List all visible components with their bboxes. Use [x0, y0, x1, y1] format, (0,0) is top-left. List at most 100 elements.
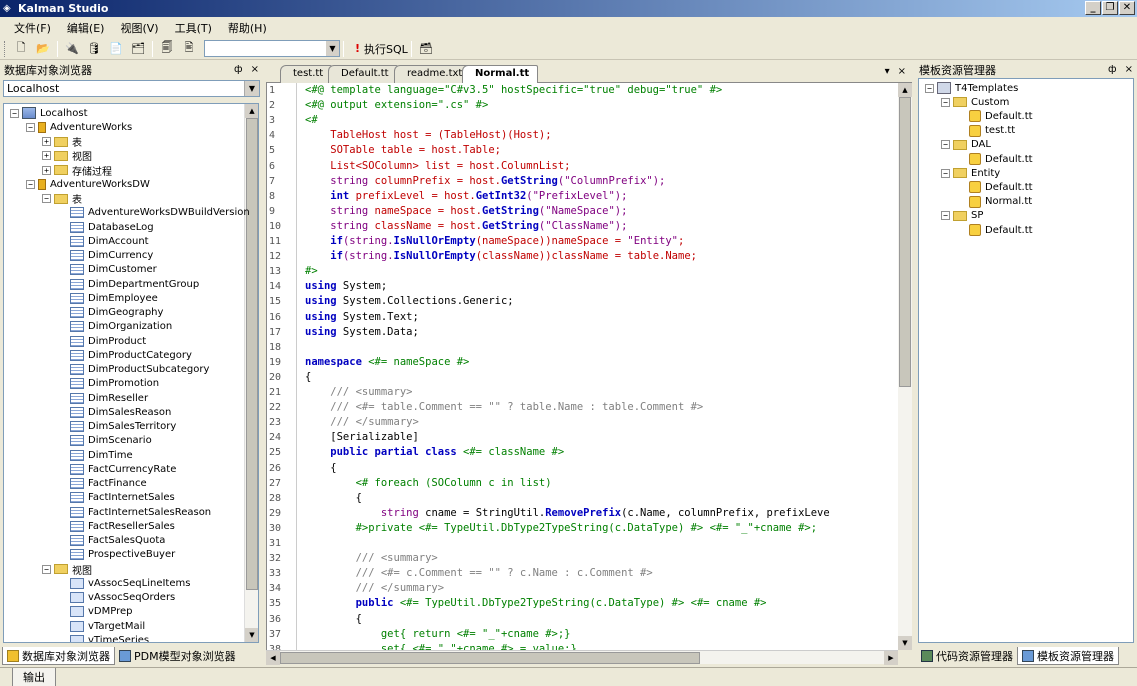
- tree-item[interactable]: Default.tt: [969, 152, 1033, 166]
- tree-item[interactable]: Default.tt: [969, 180, 1033, 194]
- collapse-icon[interactable]: −: [941, 140, 950, 150]
- tree-item[interactable]: − AdventureWorksDW: [26, 177, 150, 191]
- open-folder-icon[interactable]: 📂: [34, 40, 52, 58]
- tab-template-explorer[interactable]: 模板资源管理器: [1017, 647, 1119, 665]
- tab-test-tt[interactable]: test.tt: [280, 65, 333, 83]
- tree-item[interactable]: DimDepartmentGroup: [70, 277, 199, 291]
- restore-button[interactable]: ❐: [1102, 1, 1118, 15]
- menu-view[interactable]: 视图(V): [112, 20, 166, 36]
- query-icon[interactable]: 🗐: [158, 40, 176, 58]
- execute-sql-button[interactable]: ! 执行SQL: [355, 41, 408, 57]
- settings-icon[interactable]: 🗃: [417, 40, 435, 58]
- pin-icon[interactable]: ф: [1108, 64, 1117, 75]
- chevron-down-icon[interactable]: ▼: [326, 41, 339, 56]
- collapse-icon[interactable]: −: [26, 179, 35, 189]
- expand-icon[interactable]: +: [42, 137, 51, 146]
- tree-item[interactable]: DimPromotion: [70, 377, 159, 391]
- export-icon[interactable]: 🖹: [180, 40, 198, 58]
- tree-item[interactable]: − AdventureWorks: [26, 120, 132, 134]
- collapse-icon[interactable]: −: [26, 122, 35, 132]
- tree-item[interactable]: DimSalesTerritory: [70, 420, 176, 434]
- tree-item[interactable]: DimCustomer: [70, 263, 157, 277]
- template-tree[interactable]: − T4Templates − Custom Default.tt test.tt − DAL…: [918, 78, 1134, 643]
- tree-item[interactable]: FactFinance: [70, 477, 147, 491]
- tab-code-explorer[interactable]: 代码资源管理器: [917, 647, 1017, 665]
- tree-item[interactable]: DimProduct: [70, 334, 146, 348]
- tree-item[interactable]: vAssocSeqOrders: [70, 591, 175, 605]
- tree-item[interactable]: FactResellerSales: [70, 519, 175, 533]
- tree-item[interactable]: + 视图: [42, 149, 92, 163]
- tree-item[interactable]: − Custom: [941, 95, 1009, 109]
- tree-item[interactable]: FactSalesQuota: [70, 534, 165, 548]
- tab-pdm-explorer[interactable]: PDM模型对象浏览器: [115, 647, 240, 665]
- tree-item[interactable]: DimAccount: [70, 234, 149, 248]
- tree-item[interactable]: DimReseller: [70, 391, 148, 405]
- database-tree[interactable]: ▲ ▼ − Localhost − AdventureWorks + 表 + 视图 + 存储过程 −…: [3, 103, 259, 643]
- scroll-down-icon[interactable]: ▼: [245, 628, 258, 642]
- scroll-thumb[interactable]: [246, 118, 258, 590]
- database-select[interactable]: ▼: [204, 40, 340, 57]
- tree-scrollbar[interactable]: ▲ ▼: [244, 104, 258, 642]
- tab-list-icon[interactable]: ▾: [885, 66, 890, 77]
- scroll-up-icon[interactable]: ▲: [898, 83, 912, 97]
- tree-item[interactable]: vDMPrep: [70, 605, 133, 619]
- collapse-icon[interactable]: −: [42, 564, 51, 574]
- tree-item[interactable]: FactInternetSalesReason: [70, 505, 211, 519]
- tree-item[interactable]: FactInternetSales: [70, 491, 175, 505]
- editor-horizontal-scrollbar[interactable]: ◀ ▶: [266, 650, 898, 665]
- tree-item[interactable]: AdventureWorksDWBuildVersion: [70, 206, 250, 220]
- chevron-down-icon[interactable]: ▼: [244, 81, 259, 96]
- collapse-icon[interactable]: −: [941, 211, 950, 221]
- tree-item[interactable]: − 表: [42, 192, 82, 206]
- tree-item[interactable]: test.tt: [969, 124, 1015, 138]
- tree-item[interactable]: DimProductSubcategory: [70, 363, 209, 377]
- tree-item[interactable]: DimTime: [70, 448, 133, 462]
- menu-edit[interactable]: 编辑(E): [59, 20, 113, 36]
- toolbar-grip[interactable]: [4, 40, 7, 57]
- scroll-up-icon[interactable]: ▲: [245, 104, 258, 118]
- server-select[interactable]: Localhost ▼: [3, 80, 260, 97]
- tree-item[interactable]: − Entity: [941, 166, 1000, 180]
- tree-item[interactable]: DimCurrency: [70, 249, 153, 263]
- tab-default-tt[interactable]: Default.tt: [328, 65, 398, 83]
- tree-item[interactable]: DimGeography: [70, 306, 163, 320]
- tab-readme-txt[interactable]: readme.txt: [394, 65, 472, 83]
- output-tab[interactable]: 输出: [12, 667, 56, 686]
- generate-icon[interactable]: 📄: [107, 40, 125, 58]
- tree-item[interactable]: DimProductCategory: [70, 348, 192, 362]
- scroll-thumb[interactable]: [280, 652, 700, 664]
- tree-item[interactable]: DimEmployee: [70, 291, 158, 305]
- scroll-down-icon[interactable]: ▼: [898, 636, 912, 650]
- minimize-button[interactable]: _: [1085, 1, 1101, 15]
- tab-normal-tt[interactable]: Normal.tt: [462, 65, 539, 84]
- code-text-area[interactable]: 1 <#@ template language="C#v3.5" hostSpec…: [266, 83, 898, 650]
- tree-item[interactable]: Default.tt: [969, 223, 1033, 237]
- collapse-icon[interactable]: −: [925, 83, 934, 93]
- tree-icon[interactable]: 🗂: [129, 40, 147, 58]
- tree-item[interactable]: ProspectiveBuyer: [70, 548, 175, 562]
- tree-item[interactable]: FactCurrencyRate: [70, 462, 176, 476]
- collapse-icon[interactable]: −: [42, 194, 51, 203]
- tab-database-explorer[interactable]: 数据库对象浏览器: [2, 647, 115, 665]
- scroll-right-icon[interactable]: ▶: [884, 651, 898, 665]
- tree-item[interactable]: + 表: [42, 135, 82, 149]
- tree-item[interactable]: DimSalesReason: [70, 405, 171, 419]
- tree-item[interactable]: − DAL: [941, 138, 991, 152]
- scroll-thumb[interactable]: [899, 97, 911, 387]
- menu-help[interactable]: 帮助(H): [220, 20, 275, 36]
- menu-file[interactable]: 文件(F): [6, 20, 59, 36]
- menu-tools[interactable]: 工具(T): [167, 20, 220, 36]
- collapse-icon[interactable]: −: [941, 168, 950, 178]
- tree-item[interactable]: vTargetMail: [70, 619, 145, 633]
- tree-item[interactable]: DimScenario: [70, 434, 152, 448]
- tree-item[interactable]: − 视图: [42, 562, 92, 577]
- new-file-icon[interactable]: 🗋: [12, 40, 30, 58]
- scroll-left-icon[interactable]: ◀: [266, 651, 280, 665]
- close-icon[interactable]: ×: [1125, 64, 1133, 75]
- tree-item[interactable]: vTimeSeries: [70, 633, 149, 642]
- close-icon[interactable]: ×: [898, 66, 906, 77]
- expand-icon[interactable]: +: [42, 165, 51, 175]
- collapse-icon[interactable]: −: [941, 97, 950, 107]
- close-icon[interactable]: ×: [251, 64, 259, 75]
- tree-item[interactable]: DimOrganization: [70, 320, 172, 334]
